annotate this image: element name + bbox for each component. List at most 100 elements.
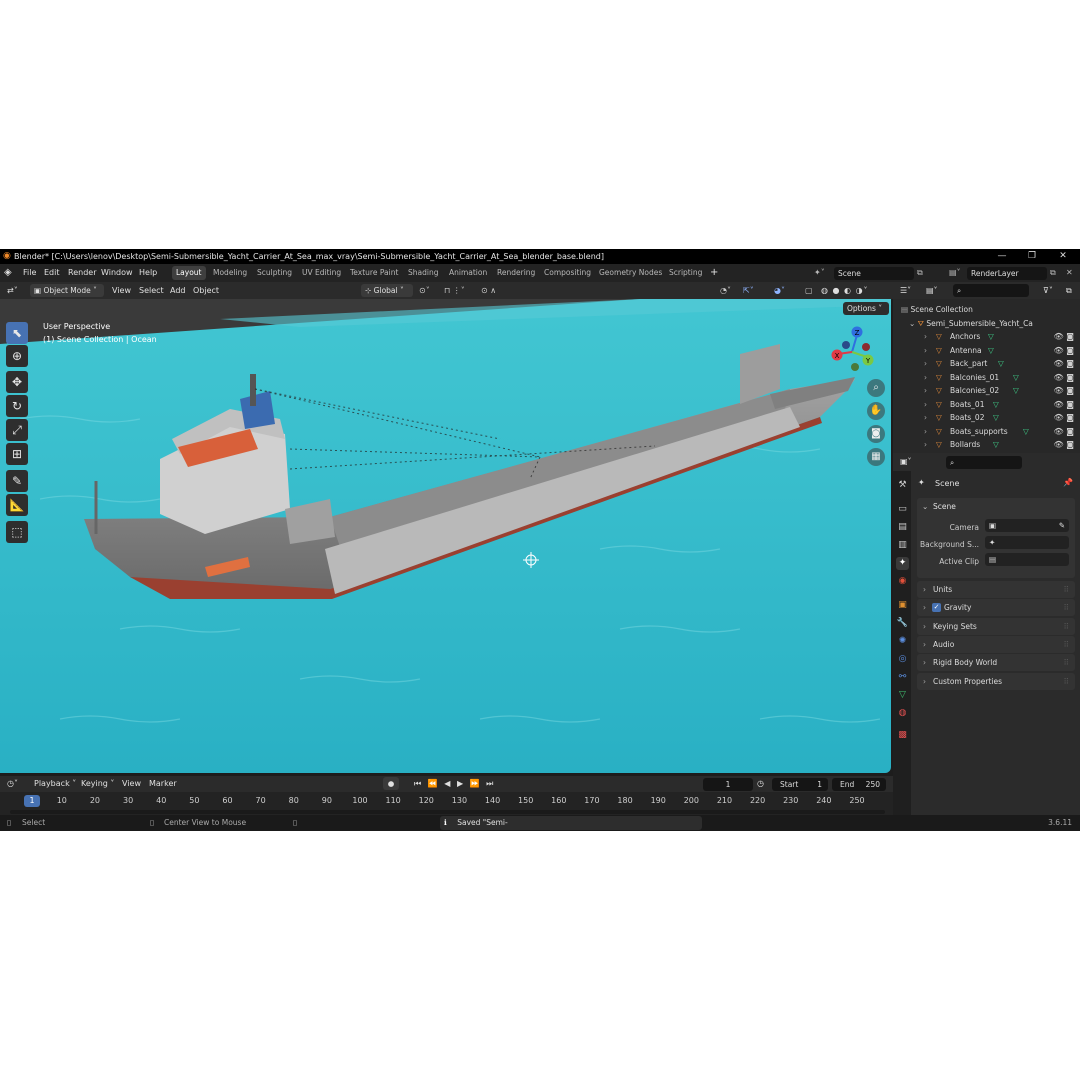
drag-handle-icon[interactable]: ⠿ — [1064, 618, 1070, 635]
transform-tool-icon[interactable]: ⊞ — [6, 443, 28, 465]
shading-mode-icons[interactable]: ◍ ● ◐ ◑˅ — [821, 282, 869, 299]
minimize-button[interactable]: — — [987, 249, 1017, 264]
expand-icon[interactable]: › — [924, 384, 927, 398]
mesh-data-icon[interactable]: ▽ — [1013, 384, 1019, 398]
annotate-tool-icon[interactable]: ✎ — [6, 470, 28, 492]
new-scene-icon[interactable]: ⧉ — [917, 264, 923, 282]
add-cube-tool-icon[interactable]: ⬚ — [6, 521, 28, 543]
expand-icon[interactable]: › — [924, 398, 927, 412]
scene-tab-icon[interactable]: ✦ — [896, 557, 909, 570]
drag-handle-icon[interactable]: ⠿ — [1064, 673, 1070, 690]
menu-add[interactable]: Add — [170, 282, 186, 299]
output-tab-icon[interactable]: ▤ — [896, 521, 909, 534]
overlay-toggle-icon[interactable]: ◕˅ — [774, 282, 785, 299]
physics-tab-icon[interactable]: ◎ — [896, 653, 909, 666]
measure-tool-icon[interactable]: 📐 — [6, 494, 28, 516]
outliner-item[interactable]: › ▽ Boats_supports ▽ 👁 ◙ — [893, 425, 1080, 439]
menu-timeline-view[interactable]: View — [122, 776, 141, 792]
outliner-collection[interactable]: ⌄ ⛛ Semi_Submersible_Yacht_Ca — [893, 317, 1080, 331]
current-frame-field[interactable]: 1 — [703, 778, 753, 791]
tab-compositing[interactable]: Compositing — [540, 266, 595, 280]
end-frame-field[interactable]: End 250 — [832, 778, 886, 791]
mesh-data-icon[interactable]: ▽ — [1023, 425, 1029, 439]
mesh-data-icon[interactable]: ▽ — [988, 330, 994, 344]
visibility-render-icons[interactable]: 👁 ◙ — [1054, 371, 1074, 385]
menu-window[interactable]: Window — [101, 264, 133, 282]
outliner-item[interactable]: › ▽ Antenna ▽ 👁 ◙ — [893, 344, 1080, 358]
menu-object[interactable]: Object — [193, 282, 219, 299]
tab-layout[interactable]: Layout — [172, 266, 206, 280]
mesh-data-icon[interactable]: ▽ — [998, 357, 1004, 371]
outliner-item[interactable]: › ▽ Boats_01 ▽ 👁 ◙ — [893, 398, 1080, 412]
visibility-render-icons[interactable]: 👁 ◙ — [1054, 384, 1074, 398]
orthographic-grid-icon[interactable]: ▦ — [867, 448, 885, 466]
move-tool-icon[interactable]: ✥ — [6, 371, 28, 393]
visibility-render-icons[interactable]: 👁 ◙ — [1054, 398, 1074, 412]
particles-tab-icon[interactable]: ✺ — [896, 635, 909, 648]
tab-scripting[interactable]: Scripting — [665, 266, 706, 280]
view-layer-icon[interactable]: ▤˅ — [949, 264, 961, 282]
cursor-tool-icon[interactable]: ⊕ — [6, 345, 28, 367]
tab-geometry-nodes[interactable]: Geometry Nodes — [595, 266, 666, 280]
visibility-render-icons[interactable]: 👁 ◙ — [1054, 411, 1074, 425]
expand-icon[interactable]: › — [924, 357, 927, 371]
data-tab-icon[interactable]: ▽ — [896, 689, 909, 702]
menu-keying[interactable]: Keying ˅ — [81, 776, 114, 792]
menu-help[interactable]: Help — [139, 264, 157, 282]
start-frame-field[interactable]: Start 1 — [772, 778, 828, 791]
new-view-layer-icon[interactable]: ⧉ — [1050, 264, 1056, 282]
maximize-button[interactable]: ❐ — [1017, 249, 1047, 264]
properties-section[interactable]: › Audio ⠿ — [917, 635, 1075, 653]
xray-icon[interactable]: ▢ — [805, 282, 813, 299]
select-box-tool-icon[interactable]: ⬉ — [6, 322, 28, 344]
properties-search-input[interactable]: ⌕ — [946, 456, 1022, 469]
material-tab-icon[interactable]: ◍ — [896, 707, 909, 720]
record-button[interactable]: ● — [383, 777, 399, 790]
mesh-data-icon[interactable]: ▽ — [1013, 371, 1019, 385]
options-dropdown[interactable]: Options ˅ — [843, 302, 889, 315]
visibility-render-icons[interactable]: 👁 ◙ — [1054, 438, 1074, 452]
rotate-tool-icon[interactable]: ↻ — [6, 395, 28, 417]
camera-field[interactable]: ▣ ✎ — [985, 519, 1069, 532]
eyedropper-icon[interactable]: ✎ — [1059, 519, 1065, 532]
outliner-item[interactable]: › ▽ Boats_02 ▽ 👁 ◙ — [893, 411, 1080, 425]
scene-selector[interactable]: Scene — [834, 267, 914, 280]
pin-icon[interactable]: 📌 — [1063, 478, 1073, 487]
menu-file[interactable]: File — [23, 264, 36, 282]
mesh-data-icon[interactable]: ▽ — [993, 411, 999, 425]
constraints-tab-icon[interactable]: ⚯ — [896, 671, 909, 684]
tab-sculpting[interactable]: Sculpting — [253, 266, 296, 280]
pivot-icon[interactable]: ⊙˅ — [419, 282, 430, 299]
object-mode-dropdown[interactable]: ▣ Object Mode ˅ — [30, 284, 104, 297]
outliner-item[interactable]: › ▽ Balconies_02 ▽ 👁 ◙ — [893, 384, 1080, 398]
snap-icon[interactable]: ⊓ ⋮˅ — [444, 282, 465, 299]
visibility-render-icons[interactable]: 👁 ◙ — [1054, 357, 1074, 371]
mesh-data-icon[interactable]: ▽ — [993, 398, 999, 412]
display-mode-icon[interactable]: ▤˅ — [926, 282, 938, 299]
outliner-item[interactable]: › ▽ Bollards ▽ 👁 ◙ — [893, 438, 1080, 452]
gravity-checkbox[interactable]: ✓ — [932, 603, 941, 613]
visibility-render-icons[interactable]: 👁 ◙ — [1054, 330, 1074, 344]
modifier-tab-icon[interactable]: 🔧 — [896, 617, 909, 630]
active-clip-field[interactable]: ▤ — [985, 553, 1069, 566]
timeline-scrollbar[interactable] — [10, 810, 885, 814]
outliner-editor-icon[interactable]: ☰˅ — [900, 282, 911, 299]
properties-section[interactable]: › ✓ Gravity ⠿ — [917, 599, 1075, 617]
properties-section[interactable]: › Custom Properties ⠿ — [917, 672, 1075, 690]
preview-range-icon[interactable]: ◷ — [757, 776, 764, 792]
expand-icon[interactable]: › — [924, 425, 927, 439]
menu-playback[interactable]: Playback ˅ — [34, 776, 76, 792]
new-collection-icon[interactable]: ⧉ — [1066, 282, 1072, 299]
pan-hand-icon[interactable]: ✋ — [867, 402, 885, 420]
expand-icon[interactable]: › — [924, 411, 927, 425]
visibility-icon[interactable]: ◔˅ — [720, 282, 731, 299]
expand-icon[interactable]: › — [924, 344, 927, 358]
add-workspace-button[interactable]: + — [710, 264, 718, 282]
scene-type-icon[interactable]: ✦˅ — [814, 264, 825, 282]
properties-section[interactable]: › Units ⠿ — [917, 581, 1075, 598]
camera-view-icon[interactable]: ◙ — [867, 425, 885, 443]
properties-editor-icon[interactable]: ▣˅ — [900, 453, 912, 471]
drag-handle-icon[interactable]: ⠿ — [1064, 654, 1070, 671]
view-layer-selector[interactable]: RenderLayer — [967, 267, 1047, 280]
proportional-edit-icon[interactable]: ⊙ ∧ — [481, 282, 496, 299]
